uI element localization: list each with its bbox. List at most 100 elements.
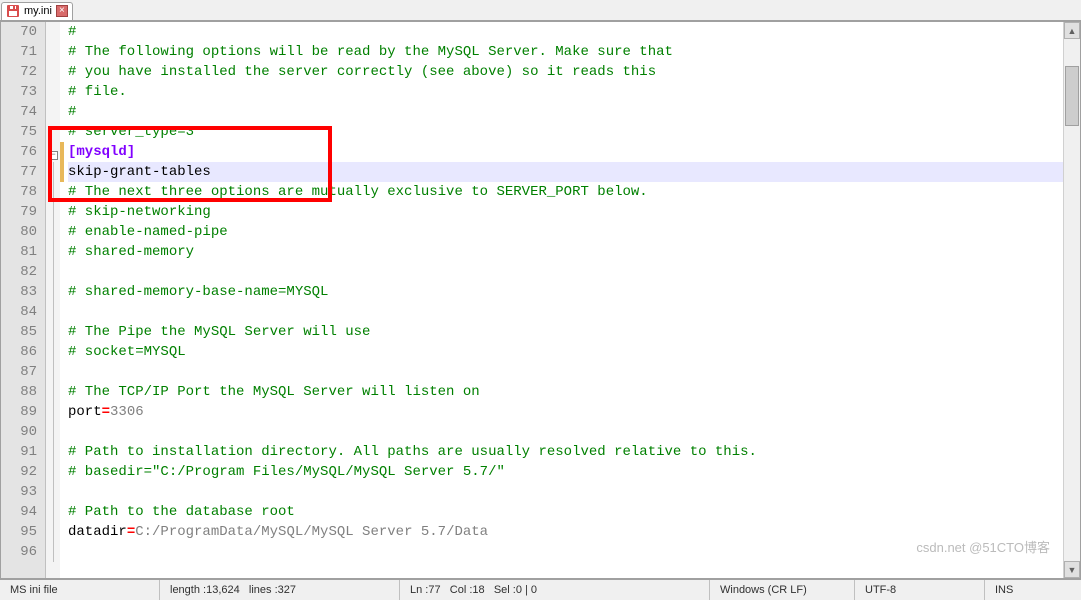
code-span: # The following options will be read by … (68, 44, 673, 60)
line-number[interactable]: 74 (1, 102, 37, 122)
fold-cell (46, 462, 60, 482)
line-number[interactable]: 94 (1, 502, 37, 522)
code-line[interactable]: # The next three options are mutually ex… (68, 182, 1063, 202)
code-line[interactable] (68, 362, 1063, 382)
code-line[interactable]: [mysqld] (68, 142, 1063, 162)
status-col-label: Col : (450, 584, 473, 596)
file-tab[interactable]: my.ini × (1, 2, 73, 20)
line-number[interactable]: 89 (1, 402, 37, 422)
code-line[interactable] (68, 302, 1063, 322)
code-line[interactable] (68, 422, 1063, 442)
scroll-down-button[interactable]: ▼ (1064, 561, 1080, 578)
code-line[interactable]: # Path to installation directory. All pa… (68, 442, 1063, 462)
fold-cell[interactable]: − (46, 142, 60, 162)
status-encoding[interactable]: UTF-8 (855, 580, 985, 600)
line-number[interactable]: 86 (1, 342, 37, 362)
code-line[interactable]: # basedir="C:/Program Files/MySQL/MySQL … (68, 462, 1063, 482)
code-line[interactable]: # server_type=3 (68, 122, 1063, 142)
status-length-value: 13,624 (206, 584, 240, 596)
line-number[interactable]: 84 (1, 302, 37, 322)
code-span: # shared-memory-base-name=MYSQL (68, 284, 328, 300)
code-span: skip-grant-tables (68, 164, 211, 180)
code-span: # socket=MYSQL (68, 344, 186, 360)
line-number[interactable]: 78 (1, 182, 37, 202)
line-number[interactable]: 88 (1, 382, 37, 402)
fold-cell (46, 262, 60, 282)
code-line[interactable]: # shared-memory (68, 242, 1063, 262)
code-area[interactable]: # # The following options will be read by… (64, 22, 1063, 578)
close-icon: × (59, 6, 65, 16)
tab-bar: my.ini × (0, 0, 1081, 21)
code-line[interactable]: # The Pipe the MySQL Server will use (68, 322, 1063, 342)
line-number[interactable]: 80 (1, 222, 37, 242)
scroll-up-button[interactable]: ▲ (1064, 22, 1080, 39)
line-number[interactable]: 72 (1, 62, 37, 82)
code-line[interactable]: # (68, 22, 1063, 42)
fold-cell (46, 342, 60, 362)
code-line[interactable]: # you have installed the server correctl… (68, 62, 1063, 82)
code-line[interactable]: # (68, 102, 1063, 122)
code-span: # enable-named-pipe (68, 224, 228, 240)
line-number[interactable]: 87 (1, 362, 37, 382)
status-bar: MS ini file length : 13,624 lines : 327 … (0, 579, 1081, 600)
line-number[interactable]: 82 (1, 262, 37, 282)
code-line[interactable]: # file. (68, 82, 1063, 102)
code-line[interactable]: # Path to the database root (68, 502, 1063, 522)
code-span: = (127, 524, 135, 540)
tab-close-button[interactable]: × (56, 5, 68, 17)
line-number[interactable]: 70 (1, 22, 37, 42)
line-number[interactable]: 73 (1, 82, 37, 102)
line-number[interactable]: 81 (1, 242, 37, 262)
line-number[interactable]: 79 (1, 202, 37, 222)
code-span: C:/ProgramData/MySQL/MySQL Server 5.7/Da… (135, 524, 488, 540)
line-number[interactable]: 75 (1, 122, 37, 142)
code-line[interactable]: # skip-networking (68, 202, 1063, 222)
editor-scroll[interactable]: 7071727374757677787980818283848586878889… (1, 22, 1080, 578)
fold-cell (46, 102, 60, 122)
code-line[interactable]: datadir=C:/ProgramData/MySQL/MySQL Serve… (68, 522, 1063, 542)
code-line[interactable]: # socket=MYSQL (68, 342, 1063, 362)
code-span: # Path to installation directory. All pa… (68, 444, 757, 460)
line-number[interactable]: 71 (1, 42, 37, 62)
status-mode[interactable]: INS (985, 580, 1081, 600)
line-number[interactable]: 91 (1, 442, 37, 462)
line-number[interactable]: 95 (1, 522, 37, 542)
status-sel-label: Sel : (494, 584, 516, 596)
code-line[interactable] (68, 542, 1063, 562)
code-line[interactable]: # shared-memory-base-name=MYSQL (68, 282, 1063, 302)
line-number[interactable]: 77 (1, 162, 37, 182)
line-number[interactable]: 90 (1, 422, 37, 442)
code-line[interactable]: port=3306 (68, 402, 1063, 422)
status-sel-value: 0 | 0 (516, 584, 537, 596)
code-span: # file. (68, 84, 127, 100)
fold-cell (46, 362, 60, 382)
code-line[interactable] (68, 482, 1063, 502)
code-line[interactable]: # The TCP/IP Port the MySQL Server will … (68, 382, 1063, 402)
fold-cell (46, 42, 60, 62)
line-number[interactable]: 83 (1, 282, 37, 302)
status-eol[interactable]: Windows (CR LF) (710, 580, 855, 600)
line-number[interactable]: 96 (1, 542, 37, 562)
line-number[interactable]: 76 (1, 142, 37, 162)
code-line[interactable]: # enable-named-pipe (68, 222, 1063, 242)
code-span: # (68, 104, 76, 120)
line-number-gutter[interactable]: 7071727374757677787980818283848586878889… (1, 22, 46, 578)
code-line[interactable]: # The following options will be read by … (68, 42, 1063, 62)
scrollbar-thumb[interactable] (1065, 66, 1079, 126)
line-number[interactable]: 92 (1, 462, 37, 482)
line-number[interactable]: 85 (1, 322, 37, 342)
editor: 7071727374757677787980818283848586878889… (0, 21, 1081, 579)
line-number[interactable]: 93 (1, 482, 37, 502)
code-line[interactable]: skip-grant-tables (68, 162, 1063, 182)
code-span: [mysqld] (68, 144, 135, 160)
vertical-scrollbar[interactable]: ▲ ▼ (1063, 22, 1080, 578)
fold-toggle-icon[interactable]: − (49, 151, 58, 160)
fold-cell (46, 162, 60, 182)
code-line[interactable] (68, 262, 1063, 282)
status-lines-value: 327 (278, 584, 296, 596)
fold-cell (46, 522, 60, 542)
code-span: # The Pipe the MySQL Server will use (68, 324, 370, 340)
tab-filename: my.ini (24, 5, 52, 17)
fold-cell (46, 442, 60, 462)
fold-column[interactable]: − (46, 22, 60, 578)
